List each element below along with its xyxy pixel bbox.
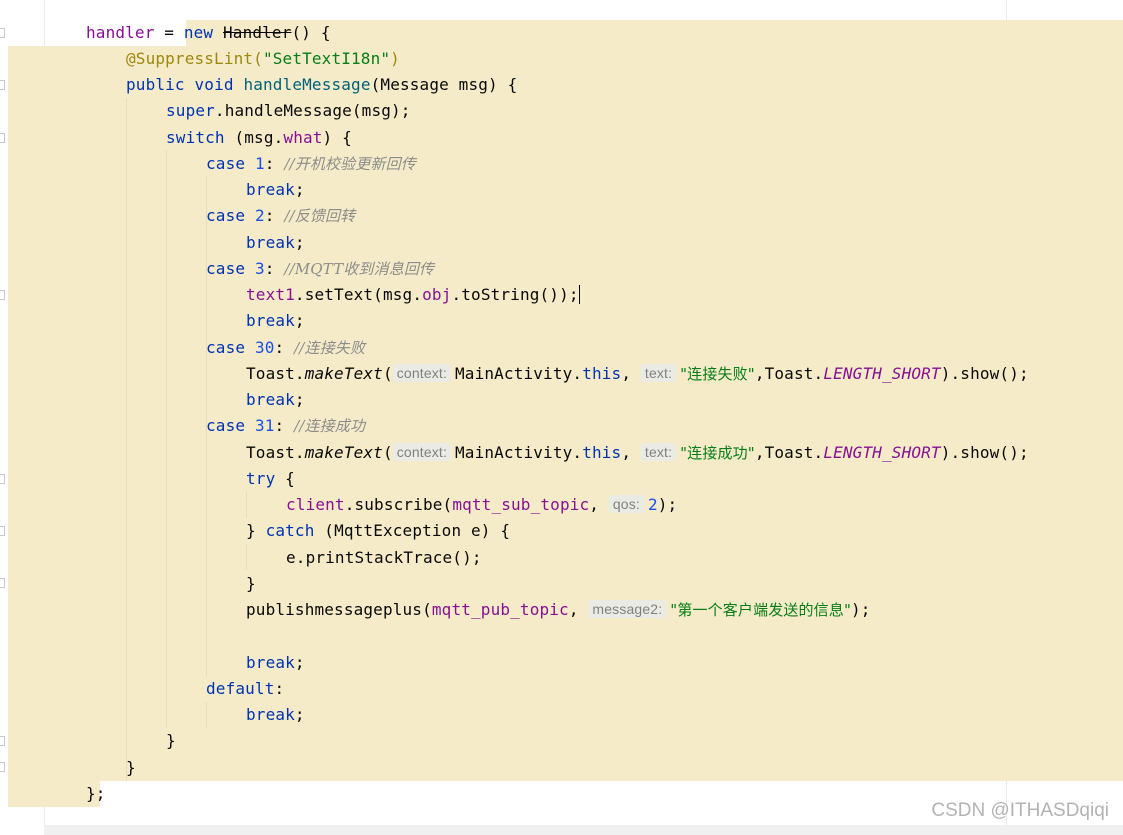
code-line-4[interactable]: super.handleMessage(msg); xyxy=(166,98,411,124)
code-line-9[interactable]: break; xyxy=(246,230,305,256)
code-line-16[interactable]: case 31: //连接成功 xyxy=(206,413,365,439)
param-hint-context: context: xyxy=(392,443,451,461)
code-line-21[interactable]: e.printStackTrace(); xyxy=(286,545,482,571)
code-line-15[interactable]: break; xyxy=(246,387,305,413)
code-line-12[interactable]: break; xyxy=(246,308,305,334)
code-line-25[interactable]: break; xyxy=(246,650,305,676)
code-line-20[interactable]: } catch (MqttException e) { xyxy=(246,518,510,544)
code-line-18[interactable]: try { xyxy=(246,466,295,492)
code-line-6[interactable]: case 1: //开机校验更新回传 xyxy=(206,151,416,177)
code-line-30[interactable]: }; xyxy=(86,781,106,807)
code-line-28[interactable]: } xyxy=(166,728,176,754)
code-line-10[interactable]: case 3: //MQTT收到消息回传 xyxy=(206,256,434,282)
code-line-23[interactable]: publishmessageplus(mqtt_pub_topic, messa… xyxy=(246,597,871,623)
code-line-2[interactable]: @SuppressLint("SetTextI18n") xyxy=(126,46,400,72)
code-line-7[interactable]: break; xyxy=(246,177,305,203)
code-line-5[interactable]: switch (msg.what) { xyxy=(166,125,352,151)
text-caret xyxy=(578,285,581,304)
code-editor[interactable]: handler = new Handler() { @SuppressLint(… xyxy=(0,0,1123,835)
code-line-14[interactable]: Toast.makeText(context: MainActivity.this… xyxy=(246,361,1029,387)
code-line-22[interactable]: } xyxy=(246,571,256,597)
param-hint-qos: qos: xyxy=(608,495,644,513)
param-hint-text: text: xyxy=(640,443,677,461)
param-hint-context: context: xyxy=(392,364,451,382)
param-hint-text: text: xyxy=(640,364,677,382)
horizontal-scrollbar[interactable] xyxy=(44,825,1123,835)
code-line-17[interactable]: Toast.makeText(context: MainActivity.this… xyxy=(246,440,1029,466)
code-line-26[interactable]: default: xyxy=(206,676,284,702)
code-line-1[interactable]: handler = new Handler() { xyxy=(86,20,331,46)
code-line-19[interactable]: client.subscribe(mqtt_sub_topic, qos: 2); xyxy=(286,492,677,518)
param-hint-message2: message2: xyxy=(588,600,667,618)
watermark: CSDN @ITHASDqiqi xyxy=(931,800,1109,821)
code-line-3[interactable]: public void handleMessage(Message msg) { xyxy=(126,72,517,98)
code-line-8[interactable]: case 2: //反馈回转 xyxy=(206,203,355,229)
code-line-13[interactable]: case 30: //连接失败 xyxy=(206,335,365,361)
code-line-27[interactable]: break; xyxy=(246,702,305,728)
code-line-11[interactable]: text1.setText(msg.obj.toString()); xyxy=(246,282,581,308)
code-line-29[interactable]: } xyxy=(126,755,136,781)
